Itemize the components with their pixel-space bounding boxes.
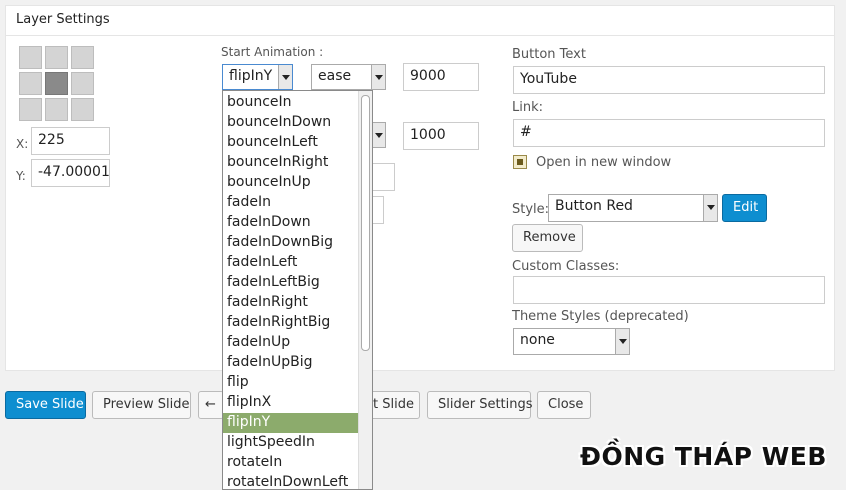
dropdown-option[interactable]: bounceInLeft: [223, 133, 358, 153]
edit-button[interactable]: Edit: [722, 194, 767, 222]
chevron-down-icon: [703, 195, 717, 221]
style-select[interactable]: Button Red: [548, 194, 718, 222]
dropdown-option[interactable]: bounceIn: [223, 93, 358, 113]
dropdown-option[interactable]: fadeInUpBig: [223, 353, 358, 373]
chevron-down-icon: [278, 65, 292, 89]
dropdown-option[interactable]: fadeIn: [223, 193, 358, 213]
dropdown-option[interactable]: fadeInRight: [223, 293, 358, 313]
dropdown-option[interactable]: rotateIn: [223, 453, 358, 473]
dropdown-option[interactable]: fadeInRightBig: [223, 313, 358, 333]
easing-value: ease: [318, 68, 352, 84]
dropdown-option[interactable]: fadeInLeftBig: [223, 273, 358, 293]
align-top-left[interactable]: [19, 46, 42, 69]
button-text-input[interactable]: YouTube: [513, 66, 825, 94]
link-label: Link:: [512, 100, 544, 115]
align-bottom-right[interactable]: [71, 98, 94, 121]
custom-classes-input[interactable]: [513, 276, 825, 304]
easing-select[interactable]: ease: [311, 64, 386, 90]
theme-styles-label: Theme Styles (deprecated): [512, 309, 689, 324]
dropdown-option[interactable]: rotateInDownLeft: [223, 473, 358, 489]
dropdown-option[interactable]: fadeInDownBig: [223, 233, 358, 253]
scrollbar-thumb[interactable]: [361, 95, 370, 351]
theme-styles-select[interactable]: none: [513, 328, 630, 355]
animation-effect-value: flipInY: [229, 68, 273, 84]
style-label: Style:: [512, 202, 550, 217]
chevron-down-icon: [615, 329, 629, 354]
chevron-down-icon: [371, 123, 385, 147]
dropdown-scrollbar[interactable]: [358, 91, 372, 489]
align-bottom-center[interactable]: [45, 98, 68, 121]
remove-button[interactable]: Remove: [512, 224, 583, 252]
dropdown-option[interactable]: bounceInDown: [223, 113, 358, 133]
dropdown-option[interactable]: fadeInUp: [223, 333, 358, 353]
preview-slide-button[interactable]: Preview Slide: [92, 391, 191, 419]
hidden-input-1[interactable]: [370, 163, 395, 191]
x-label: X:: [16, 137, 29, 151]
alignment-grid: [19, 46, 97, 124]
slider-settings-button[interactable]: Slider Settings: [427, 391, 533, 419]
align-bottom-left[interactable]: [19, 98, 42, 121]
dropdown-option[interactable]: fadeInLeft: [223, 253, 358, 273]
start-animation-label: Start Animation :: [221, 45, 324, 59]
chevron-down-icon: [371, 65, 385, 89]
y-label: Y:: [16, 169, 26, 183]
open-new-window-checkbox[interactable]: [513, 155, 527, 169]
open-new-window-label: Open in new window: [536, 155, 672, 170]
custom-classes-label: Custom Classes:: [512, 259, 620, 274]
align-middle-left[interactable]: [19, 72, 42, 95]
button-text-label: Button Text: [512, 47, 586, 62]
layer-settings-panel: Layer Settings: [5, 5, 835, 371]
align-top-right[interactable]: [71, 46, 94, 69]
style-value: Button Red: [555, 198, 633, 214]
dropdown-option[interactable]: bounceInUp: [223, 173, 358, 193]
previous-slide-button[interactable]: ←: [198, 391, 224, 419]
save-slide-button[interactable]: Save Slide: [5, 391, 86, 419]
animation-effect-dropdown[interactable]: bounceIn bounceInDown bounceInLeft bounc…: [222, 90, 373, 490]
close-button[interactable]: Close: [537, 391, 591, 419]
dropdown-option[interactable]: lightSpeedIn: [223, 433, 358, 453]
align-top-center[interactable]: [45, 46, 68, 69]
theme-styles-value: none: [520, 332, 555, 348]
x-input[interactable]: 225: [31, 127, 110, 155]
align-middle-center[interactable]: [45, 72, 68, 95]
dropdown-option[interactable]: flip: [223, 373, 358, 393]
dropdown-option[interactable]: fadeInDown: [223, 213, 358, 233]
align-middle-right[interactable]: [71, 72, 94, 95]
dropdown-option[interactable]: bounceInRight: [223, 153, 358, 173]
animation-effect-select[interactable]: flipInY: [222, 64, 293, 90]
link-input[interactable]: #: [513, 119, 825, 147]
panel-title: Layer Settings: [6, 6, 834, 36]
y-input[interactable]: -47.000015: [31, 159, 110, 187]
watermark-logo: ĐỒNG THÁP WEB: [580, 442, 827, 471]
dropdown-option[interactable]: flipInX: [223, 393, 358, 413]
start-time-input[interactable]: 9000: [403, 63, 479, 91]
dropdown-option-selected[interactable]: flipInY: [223, 413, 358, 433]
end-time-input[interactable]: 1000: [403, 122, 479, 150]
